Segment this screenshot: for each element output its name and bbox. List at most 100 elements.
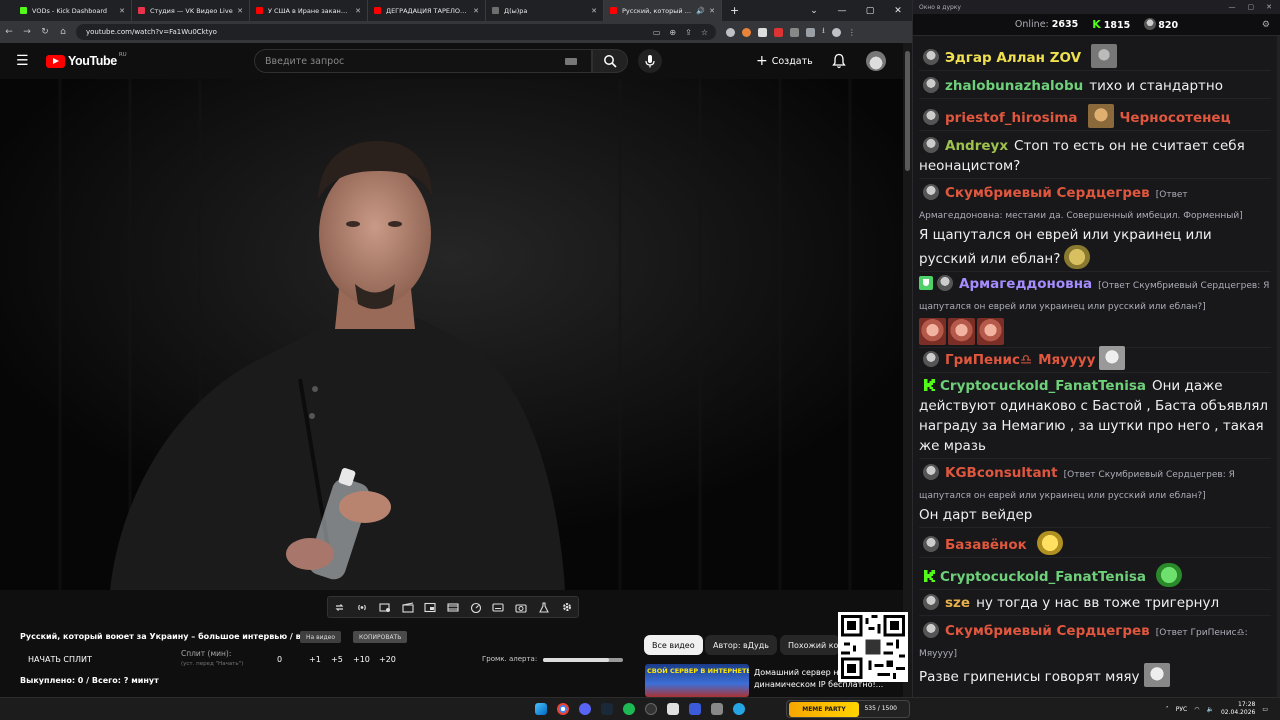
split-add-5-button[interactable]: +5 (331, 655, 343, 664)
gear-icon[interactable]: ⚙ (1262, 20, 1270, 30)
chat-username[interactable]: ГриПенис♎ (945, 352, 1032, 368)
close-icon[interactable]: ✕ (119, 7, 125, 15)
zoom-icon[interactable]: ⊕ (669, 28, 676, 37)
media-player-icon[interactable] (689, 703, 701, 715)
chip-similar[interactable]: Похожий ко (780, 635, 840, 655)
extension-icon[interactable] (790, 27, 799, 37)
youtube-logo[interactable]: YouTube RU (46, 52, 127, 68)
chat-username[interactable]: sze (945, 595, 970, 611)
video-player[interactable] (0, 79, 903, 590)
close-icon[interactable]: ✕ (237, 7, 243, 15)
keyboard-icon[interactable] (565, 57, 577, 65)
extension-icon[interactable] (726, 27, 735, 37)
close-icon[interactable]: ✕ (355, 7, 361, 15)
chat-username[interactable]: zhalobunazhalobu (945, 78, 1083, 94)
cast-icon[interactable]: ▭ (653, 28, 661, 37)
start-split-button[interactable]: НАЧАТЬ СПЛИТ (28, 655, 92, 664)
create-button[interactable]: + Создать (756, 52, 813, 70)
voice-search-button[interactable] (638, 49, 662, 73)
new-tab-button[interactable]: + (730, 4, 739, 17)
chat-username[interactable]: Скумбриевый Сердцегрев (945, 623, 1150, 639)
scrollbar-thumb[interactable] (905, 51, 910, 171)
page-scrollbar[interactable] (903, 43, 912, 697)
reload-button[interactable]: ↻ (36, 27, 54, 37)
chip-author[interactable]: Автор: вДудь (705, 635, 778, 655)
split-add-10-button[interactable]: +10 (353, 655, 370, 664)
speaker-icon[interactable]: 🔈 (1206, 706, 1213, 713)
avatar[interactable] (866, 51, 886, 71)
discord-icon[interactable] (579, 703, 591, 715)
app-icon[interactable] (667, 703, 679, 715)
puzzle-icon[interactable] (806, 27, 815, 37)
tab-youtube-degradation[interactable]: ДЕГРАДАЦИЯ ТАРЕЛОЧНИЦ… ✕ (368, 0, 486, 21)
speed-gauge-icon[interactable] (469, 600, 483, 614)
chat-username[interactable]: Скумбриевый Сердцегрев (945, 185, 1150, 201)
chat-username[interactable]: Andreyx (945, 138, 1008, 154)
chat-username[interactable]: Cryptocuckold_FanatTenisa (940, 569, 1146, 585)
close-icon[interactable]: ✕ (591, 7, 597, 15)
app-icon[interactable] (711, 703, 723, 715)
tab-youtube-active[interactable]: Русский, который воюет з… 🔊 ✕ (604, 0, 722, 21)
windows-start-icon[interactable] (535, 703, 547, 715)
split-add-20-button[interactable]: +20 (379, 655, 396, 664)
speaker-icon[interactable]: 🔊 (696, 7, 705, 15)
on-video-button[interactable]: На видео (300, 631, 342, 643)
extension-icon[interactable] (758, 27, 767, 37)
film-strip-icon[interactable] (446, 600, 460, 614)
tab-youtube-usa-iran[interactable]: У США в Иране заканчиваются… ✕ (250, 0, 368, 21)
close-icon[interactable]: ✕ (473, 7, 479, 15)
clapperboard-icon[interactable] (401, 600, 415, 614)
download-icon[interactable]: ⭳ (822, 25, 825, 39)
split-value-0[interactable]: 0 (277, 655, 282, 664)
extension-icon[interactable] (774, 27, 783, 37)
chevron-up-icon[interactable]: ˄ (1166, 706, 1169, 713)
recommended-thumbnail[interactable]: СВОЙ СЕРВЕР В ИНТЕРНЕТЕ! (645, 664, 749, 697)
chat-username[interactable]: KGBconsultant (945, 465, 1058, 481)
menu-dots-icon[interactable]: ⋮ (848, 28, 856, 37)
wifi-icon[interactable]: ◠ (1194, 706, 1199, 713)
notifications-icon[interactable]: ▭ (1262, 706, 1268, 713)
forward-button[interactable]: → (18, 27, 36, 37)
close-icon[interactable]: ✕ (709, 7, 715, 15)
share-icon[interactable]: ⇪ (685, 28, 692, 37)
spotify-icon[interactable] (623, 703, 635, 715)
close-window-button[interactable]: ✕ (884, 0, 912, 21)
meme-party-widget[interactable]: MEME PARTY 535 / 1500 (786, 700, 910, 718)
extension-icon[interactable] (742, 27, 751, 37)
chat-username[interactable]: Эдгар Аллан ZOV (945, 50, 1081, 66)
home-button[interactable]: ⌂ (54, 27, 72, 37)
copy-button[interactable]: КОПИРОВАТЬ (353, 631, 408, 643)
clock[interactable]: 17:28 02.04.2026 (1221, 701, 1255, 717)
chat-username[interactable]: Cryptocuckold_FanatTenisa (940, 378, 1146, 394)
chat-username[interactable]: Базавёнок (945, 537, 1027, 553)
lang-indicator[interactable]: РУС (1176, 706, 1187, 713)
hamburger-menu-icon[interactable]: ☰ (16, 54, 29, 68)
chat-username[interactable]: Армагеддоновна (959, 276, 1092, 292)
tab-vk-studio[interactable]: Студия — VK Видео Live ✕ (132, 0, 250, 21)
steam-icon[interactable] (601, 703, 613, 715)
chip-all-videos[interactable]: Все видео (644, 635, 703, 655)
alert-volume-slider[interactable] (543, 658, 623, 662)
broadcast-icon[interactable] (355, 600, 369, 614)
close-window-button[interactable]: ✕ (1266, 3, 1272, 11)
obs-icon[interactable] (645, 703, 657, 715)
chat-feed[interactable]: Эдгар Аллан ZOV zhalobunazhalobu тихо и с… (913, 36, 1280, 697)
flask-icon[interactable] (537, 600, 551, 614)
maximize-button[interactable]: ▢ (856, 0, 884, 21)
notifications-bell-icon[interactable] (832, 53, 846, 69)
chevron-down-icon[interactable]: ⌄ (800, 0, 828, 21)
video-settings-icon[interactable] (378, 600, 392, 614)
chrome-icon[interactable] (557, 703, 569, 715)
telegram-icon[interactable] (733, 703, 745, 715)
subtitles-icon[interactable] (491, 600, 505, 614)
back-button[interactable]: ← (0, 27, 18, 37)
gear-icon[interactable] (560, 600, 574, 614)
minimize-button[interactable]: — (828, 0, 856, 21)
profile-icon[interactable] (831, 27, 841, 37)
split-add-1-button[interactable]: +1 (309, 655, 321, 664)
url-field[interactable]: youtube.com/watch?v=Fa1Wu0Cktyo ▭ ⊕ ⇪ ☆ (76, 24, 716, 40)
chat-username[interactable]: priestof_hirosima (945, 110, 1078, 126)
tab-dyra[interactable]: Д(ы)ра ✕ (486, 0, 604, 21)
loop-icon[interactable] (332, 600, 346, 614)
tab-kick-dashboard[interactable]: VODs - Kick Dashboard ✕ (14, 0, 132, 21)
